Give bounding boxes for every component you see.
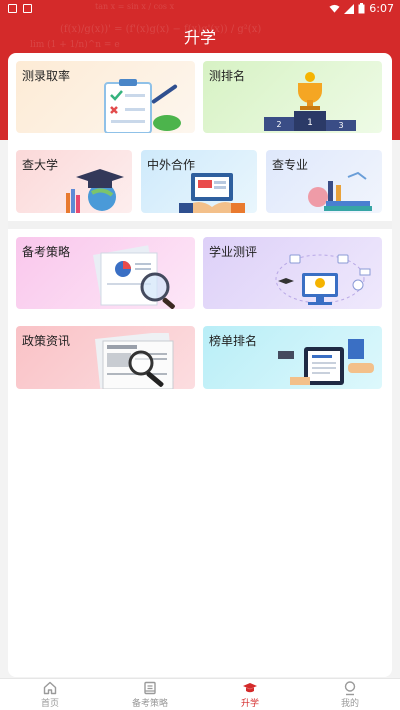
tablet-list-icon (278, 339, 374, 385)
svg-text:2: 2 (276, 120, 281, 129)
assessment-monitor-icon (275, 254, 371, 305)
notification-icon (8, 4, 17, 13)
card-label: 榜单排名 (209, 334, 258, 348)
card-international-cooperation[interactable]: 中外合作 (141, 150, 257, 213)
graduation-cap-icon (243, 683, 257, 693)
page-title: 升学 (183, 28, 216, 47)
wifi-icon (329, 4, 340, 13)
trophy-podium-icon: 1 2 3 (264, 72, 356, 131)
book-icon (144, 681, 156, 695)
section-divider (8, 221, 392, 229)
card-label: 学业测评 (209, 245, 258, 259)
clock: 6:07 (369, 2, 394, 15)
card-label: 测排名 (209, 69, 246, 83)
tab-label: 备考策略 (131, 699, 168, 709)
tab-exam-strategy[interactable]: 备考策略 (100, 679, 200, 710)
svg-text:3: 3 (338, 121, 343, 130)
card-search-major[interactable]: 查专业 (266, 150, 382, 213)
report-magnifier-icon (93, 245, 175, 309)
tab-mine[interactable]: 我的 (300, 679, 400, 710)
battery-icon (358, 3, 365, 14)
card-academic-assessment[interactable]: 学业测评 (203, 237, 382, 309)
handshake-icon (179, 173, 245, 213)
checklist-illustration-icon (104, 79, 181, 133)
tab-label: 升学 (240, 699, 259, 709)
tab-label: 我的 (340, 699, 359, 709)
card-label: 查大学 (22, 158, 59, 172)
user-icon (344, 681, 356, 696)
card-label: 政策资讯 (22, 334, 71, 348)
books-microscope-icon (308, 171, 372, 211)
card-policy-news[interactable]: 政策资讯 (16, 326, 195, 389)
tab-home[interactable]: 首页 (0, 679, 100, 710)
svg-text:1: 1 (307, 118, 313, 128)
card-label: 备考策略 (22, 245, 71, 259)
card-label: 测录取率 (22, 69, 71, 83)
signal-icon (344, 3, 355, 14)
notification-icon-2 (23, 4, 32, 13)
home-icon (43, 681, 57, 695)
tab-label: 首页 (40, 699, 59, 709)
card-exam-strategy[interactable]: 备考策略 (16, 237, 195, 309)
newspaper-magnifier-icon (94, 333, 174, 389)
tab-further-study[interactable]: 升学 (200, 679, 300, 710)
card-search-university[interactable]: 查大学 (16, 150, 132, 213)
card-admission-rate[interactable]: 测录取率 (16, 61, 195, 133)
graduation-cap-globe-icon (66, 169, 124, 213)
status-bar: 6:07 (0, 0, 400, 18)
card-leaderboard[interactable]: 榜单排名 (203, 326, 382, 389)
bottom-tab-bar: 首页 备考策略 升学 我的 (0, 678, 400, 710)
card-ranking[interactable]: 测排名 1 2 3 (203, 61, 382, 133)
